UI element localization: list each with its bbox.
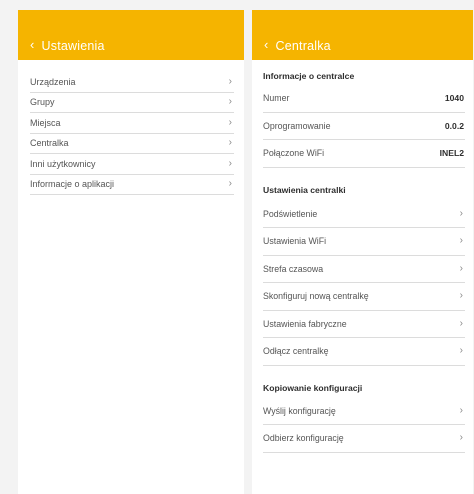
info-row-label: Oprogramowanie xyxy=(263,120,331,131)
chevron-right-icon: › xyxy=(459,404,463,416)
hub-item-label: Skonfiguruj nową centralkę xyxy=(263,291,369,302)
hub-title: Centralka xyxy=(275,38,331,53)
chevron-right-icon: › xyxy=(228,116,232,128)
chevron-right-icon: › xyxy=(228,157,232,169)
info-row-value: 0.0.2 xyxy=(444,120,464,131)
info-section-title: Informacje o centralce xyxy=(263,71,355,81)
chevron-right-icon: › xyxy=(459,207,463,219)
chevron-right-icon: › xyxy=(228,137,232,149)
info-row-label: Numer xyxy=(263,93,290,104)
back-arrow-icon[interactable]: ‹ xyxy=(264,38,269,51)
settings-item-label: Miejsca xyxy=(30,117,61,128)
settings-panel: ‹ Ustawienia Urządzenia › Grupy › Miejsc… xyxy=(18,10,244,494)
copy-section-title: Kopiowanie konfiguracji xyxy=(263,382,363,393)
settings-title: Ustawienia xyxy=(41,38,105,53)
back-arrow-icon[interactable]: ‹ xyxy=(30,38,35,51)
settings-item-grupy[interactable]: Grupy › xyxy=(30,93,234,113)
hub-item-skonfiguruj-nowa-centralke[interactable]: Skonfiguruj nową centralkę › xyxy=(263,283,465,311)
hub-item-odbierz-konfiguracje[interactable]: Odbierz konfigurację › xyxy=(263,425,465,453)
info-row-oprogramowanie: Oprogramowanie 0.0.2 xyxy=(263,113,465,140)
chevron-right-icon: › xyxy=(228,96,232,108)
hub-app-bar: ‹ Centralka xyxy=(252,10,473,60)
settings-item-miejsca[interactable]: Miejsca › xyxy=(30,113,234,134)
settings-list: Urządzenia › Grupy › Miejsca › Centralka… xyxy=(18,60,244,195)
info-row-value: INEL2 xyxy=(439,148,464,159)
hub-details: Informacje o centralce Numer 1040 Oprogr… xyxy=(252,60,473,453)
hub-item-label: Odbierz konfigurację xyxy=(263,433,344,444)
hub-item-label: Ustawienia WiFi xyxy=(263,236,327,247)
hub-item-label: Podświetlenie xyxy=(263,208,318,219)
hub-item-label: Strefa czasowa xyxy=(263,263,324,274)
info-row-numer: Numer 1040 xyxy=(263,85,465,113)
hub-item-label: Ustawienia fabryczne xyxy=(263,318,347,329)
settings-item-label: Informacje o aplikacji xyxy=(30,179,115,190)
settings-section-title: Ustawienia centralki xyxy=(263,184,346,195)
settings-item-inni-uzytkownicy[interactable]: Inni użytkownicy › xyxy=(30,154,234,175)
chevron-right-icon: › xyxy=(228,75,232,87)
hub-item-label: Wyślij konfigurację xyxy=(263,405,336,416)
settings-item-label: Urządzenia xyxy=(30,76,76,87)
settings-item-informacje-o-aplikacji[interactable]: Informacje o aplikacji › xyxy=(30,175,234,195)
info-row-wifi: Połączone WiFi INEL2 xyxy=(263,140,465,168)
settings-item-label: Inni użytkownicy xyxy=(30,158,96,169)
settings-app-bar: ‹ Ustawienia xyxy=(18,10,244,60)
info-row-label: Połączone WiFi xyxy=(263,148,325,159)
info-row-value: 1040 xyxy=(444,93,464,104)
settings-item-urzadzenia[interactable]: Urządzenia › xyxy=(30,72,234,93)
chevron-right-icon: › xyxy=(459,262,463,274)
hub-item-ustawienia-wifi[interactable]: Ustawienia WiFi › xyxy=(263,228,465,256)
chevron-right-icon: › xyxy=(459,290,463,302)
hub-panel: ‹ Centralka Informacje o centralce Numer… xyxy=(252,10,473,494)
chevron-right-icon: › xyxy=(459,345,463,357)
hub-item-odlacz-centralke[interactable]: Odłącz centralkę › xyxy=(263,338,465,366)
settings-item-label: Centralka xyxy=(30,138,69,149)
chevron-right-icon: › xyxy=(459,432,463,444)
settings-item-centralka[interactable]: Centralka › xyxy=(30,134,234,154)
settings-item-label: Grupy xyxy=(30,97,55,108)
hub-item-strefa-czasowa[interactable]: Strefa czasowa › xyxy=(263,256,465,283)
hub-item-ustawienia-fabryczne[interactable]: Ustawienia fabryczne › xyxy=(263,311,465,338)
chevron-right-icon: › xyxy=(459,235,463,247)
chevron-right-icon: › xyxy=(459,317,463,329)
hub-item-wyslij-konfiguracje[interactable]: Wyślij konfigurację › xyxy=(263,398,465,425)
chevron-right-icon: › xyxy=(228,178,232,190)
hub-item-label: Odłącz centralkę xyxy=(263,346,329,357)
hub-item-podswietlenie[interactable]: Podświetlenie › xyxy=(263,201,465,228)
